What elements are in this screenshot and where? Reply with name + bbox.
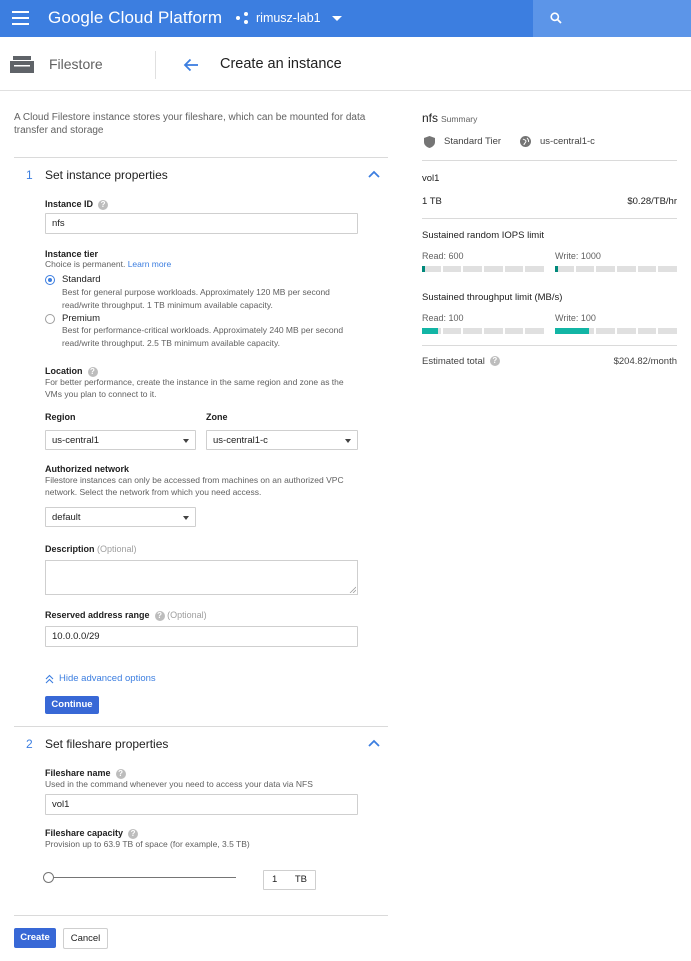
learn-more-link[interactable]: Learn more [128, 259, 171, 269]
location-hint: For better performance, create the insta… [45, 377, 344, 399]
step-title[interactable]: Set fileshare properties [45, 737, 168, 751]
summary-size: 1 TB [422, 196, 442, 207]
capacity-slider-thumb[interactable] [43, 872, 54, 883]
radio-standard-label[interactable]: Standard [62, 274, 101, 285]
help-icon[interactable]: ? [154, 610, 165, 621]
project-icon [236, 11, 249, 25]
hide-advanced-options-link[interactable]: Hide advanced options [59, 673, 156, 684]
throughput-read-meter [422, 328, 545, 334]
intro-text: A Cloud Filestore instance stores your f… [14, 112, 366, 136]
capacity-slider-track[interactable] [48, 877, 236, 878]
dropdown-caret-icon [183, 439, 189, 443]
radio-standard[interactable] [45, 275, 55, 285]
instance-id-input[interactable]: nfs [45, 213, 358, 234]
search-icon [550, 12, 562, 24]
divider [422, 160, 677, 161]
meter-fill [555, 328, 590, 334]
throughput-title: Sustained throughput limit (MB/s) [422, 292, 563, 303]
region-label: Region [45, 412, 76, 422]
cancel-button[interactable]: Cancel [63, 928, 108, 949]
top-app-bar: Google Cloud Platform rimusz-lab1 [0, 0, 691, 37]
radio-standard-desc: Best for general purpose workloads. Appr… [62, 287, 330, 310]
divider [14, 726, 388, 727]
dropdown-caret-icon [345, 439, 351, 443]
estimated-total-value: $204.82/month [613, 356, 677, 367]
throughput-read: Read: 100 [422, 313, 464, 323]
iops-read-meter [422, 266, 545, 272]
iops-title: Sustained random IOPS limit [422, 230, 544, 241]
radio-premium-desc: Best for performance-critical workloads.… [62, 325, 344, 348]
fileshare-name-input[interactable]: vol1 [45, 794, 358, 815]
throughput-write-meter [555, 328, 678, 334]
page-header: Filestore Create an instance [0, 37, 691, 91]
instance-tier-hint: Choice is permanent. Learn more [45, 259, 172, 269]
step-title[interactable]: Set instance properties [45, 168, 168, 182]
step-number: 1 [26, 168, 33, 182]
estimated-total-label: Estimated total? [422, 356, 500, 367]
chevron-up-icon[interactable] [368, 170, 380, 178]
reserved-range-label: Reserved address range? (Optional) [45, 610, 207, 621]
radio-premium-label[interactable]: Premium [62, 313, 100, 324]
project-name: rimusz-lab1 [256, 11, 321, 25]
divider [422, 218, 677, 219]
zone-select[interactable]: us-central1-c [206, 430, 358, 450]
meter-fill [422, 266, 425, 272]
capacity-input[interactable]: 1 TB [263, 870, 316, 890]
double-chevron-up-icon[interactable] [45, 674, 54, 684]
meter-fill [555, 266, 558, 272]
throughput-write: Write: 100 [555, 313, 596, 323]
help-icon[interactable]: ? [489, 356, 500, 367]
summary-title: nfs Summary [422, 111, 478, 125]
filestore-icon [10, 56, 34, 73]
summary-zone: us-central1-c [540, 136, 595, 147]
page-title: Create an instance [220, 56, 342, 72]
radio-premium[interactable] [45, 314, 55, 324]
menu-icon[interactable] [12, 11, 29, 25]
iops-write: Write: 1000 [555, 251, 601, 261]
step-number: 2 [26, 737, 33, 751]
fileshare-capacity-hint: Provision up to 63.9 TB of space (for ex… [45, 839, 250, 849]
resize-grip-icon[interactable] [349, 586, 356, 593]
header-divider [155, 51, 156, 79]
divider [14, 915, 388, 916]
instance-id-label: Instance ID? [45, 199, 109, 210]
network-select[interactable]: default [45, 507, 196, 527]
search-input[interactable] [533, 0, 691, 37]
divider [422, 345, 677, 346]
zone-label: Zone [206, 412, 228, 422]
fileshare-name-hint: Used in the command whenever you need to… [45, 779, 313, 789]
chevron-up-icon[interactable] [368, 739, 380, 747]
summary-price: $0.28/TB/hr [627, 196, 677, 207]
reserved-range-input[interactable]: 10.0.0.0/29 [45, 626, 358, 647]
iops-write-meter [555, 266, 678, 272]
shield-icon [424, 136, 435, 148]
meter-fill [422, 328, 438, 334]
summary-share-name: vol1 [422, 173, 440, 184]
capacity-unit: TB [294, 874, 307, 885]
authorized-network-hint: Filestore instances can only be accessed… [45, 475, 344, 497]
summary-tier: Standard Tier [444, 136, 502, 147]
description-textarea[interactable] [45, 560, 358, 595]
iops-read: Read: 600 [422, 251, 464, 261]
project-selector[interactable]: rimusz-lab1 [236, 11, 342, 25]
continue-button[interactable]: Continue [45, 696, 99, 714]
globe-icon [520, 136, 531, 147]
product-name: Filestore [49, 56, 103, 72]
region-select[interactable]: us-central1 [45, 430, 196, 450]
divider [14, 157, 388, 158]
description-label: Description (Optional) [45, 544, 137, 554]
dropdown-caret-icon [183, 516, 189, 520]
back-arrow-icon[interactable] [183, 58, 199, 72]
help-icon[interactable]: ? [98, 199, 109, 210]
authorized-network-label: Authorized network [45, 464, 130, 474]
create-button[interactable]: Create [14, 928, 56, 948]
brand-title[interactable]: Google Cloud Platform [48, 8, 222, 28]
chevron-down-icon [331, 15, 342, 21]
